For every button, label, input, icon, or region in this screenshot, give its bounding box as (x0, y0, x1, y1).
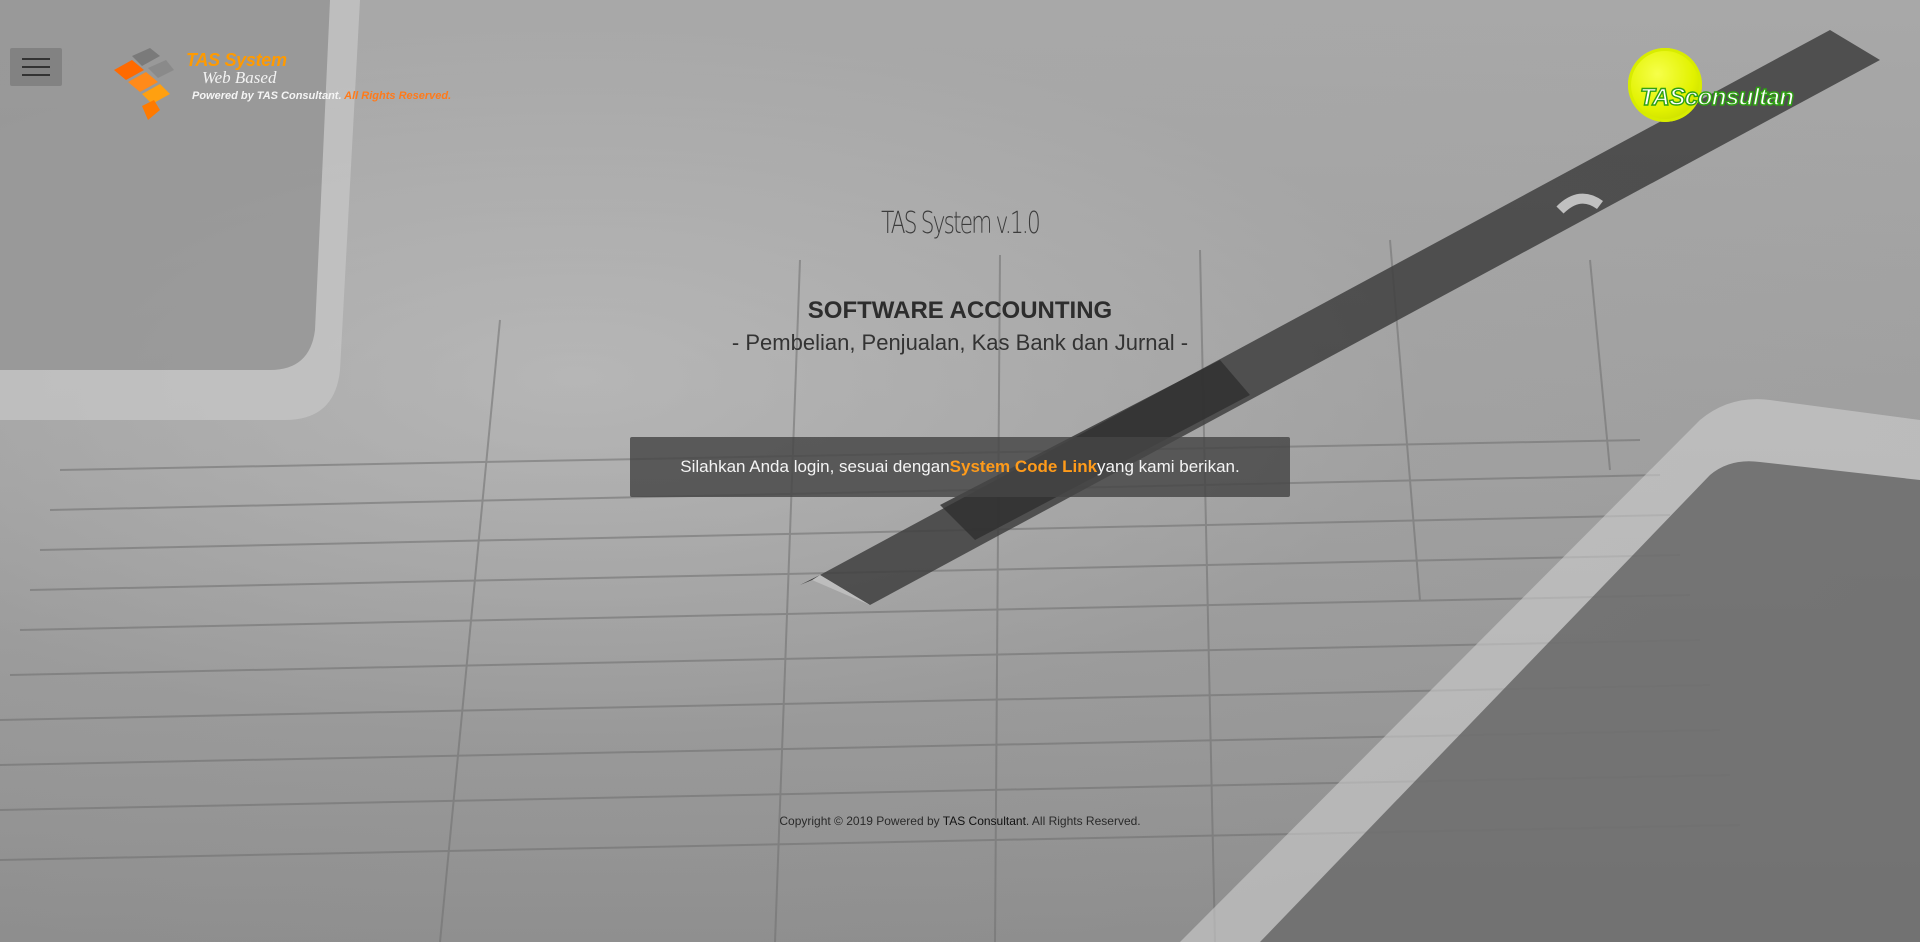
copyright-prefix: Copyright © 2019 Powered by (779, 814, 943, 828)
copyright-suffix: . All Rights Reserved. (1025, 814, 1141, 828)
app-version-title: TAS System v.1.0 (881, 206, 1041, 241)
tas-logo-mark-icon (114, 48, 174, 120)
hamburger-icon-line (22, 74, 50, 76)
tasconsultan-logo[interactable]: TASconsultan (1620, 48, 1820, 128)
hamburger-icon-line (22, 58, 50, 60)
logo-brand-text: TASconsultan (1639, 83, 1794, 111)
logo-powered-suffix: All Rights Reserved. (341, 90, 452, 102)
logo-subtitle: Web Based (202, 68, 277, 87)
hamburger-menu-button[interactable] (10, 48, 62, 86)
logo-powered-prefix: Powered by TAS Consultant. (192, 90, 342, 102)
footer-brand-link[interactable]: TAS Consultant (943, 814, 1026, 828)
logo-powered-by: Powered by TAS Consultant. All Rights Re… (192, 90, 451, 102)
login-notice: Silahkan Anda login, sesuai dengan Syste… (630, 437, 1290, 497)
page-heading: SOFTWARE ACCOUNTING (807, 297, 1113, 324)
tas-system-logo[interactable]: TAS System Web Based Powered by TAS Cons… (110, 48, 460, 124)
page-subheading: - Pembelian, Penjualan, Kas Bank dan Jur… (731, 330, 1189, 355)
system-code-link[interactable]: System Code Link (950, 457, 1097, 477)
footer-copyright: Copyright © 2019 Powered by TAS Consulta… (0, 814, 1920, 828)
hamburger-icon-line (22, 66, 50, 68)
notice-suffix: yang kami berikan. (1097, 457, 1240, 476)
notice-prefix: Silahkan Anda login, sesuai dengan (680, 457, 950, 476)
